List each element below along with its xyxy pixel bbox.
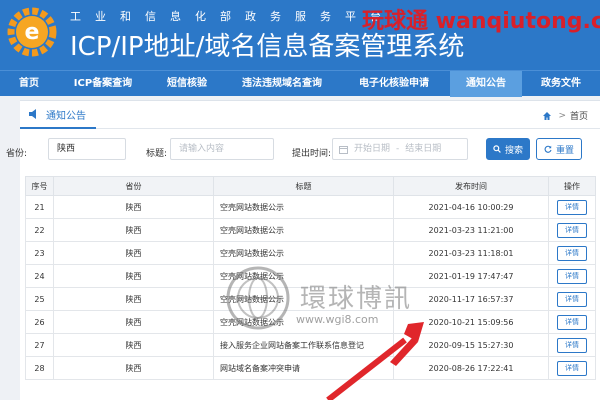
table-row: 21 陕西 空壳网站数据公示 2021-04-16 10:00:29 详情 [25,195,596,219]
cell-seq: 24 [25,264,54,288]
gear-e-logo-icon: e [7,7,57,57]
time-label: 提出时间: [292,149,332,159]
title-label: 标题: [146,149,168,159]
cell-time: 2021-04-16 10:00:29 [393,195,549,219]
cell-province: 陕西 [53,356,214,380]
detail-button[interactable]: 详情 [557,360,587,376]
tab-notices[interactable]: 通知公告 [20,101,96,129]
cell-action: 详情 [548,264,596,288]
cell-seq: 26 [25,310,54,334]
home-icon [543,111,552,120]
svg-text:e: e [25,20,40,45]
tab-label: 通知公告 [46,110,86,122]
breadcrumb-separator: > [558,110,566,121]
province-field[interactable]: 陕西 [48,138,126,160]
tab-bar: 通知公告 > 首页 [20,101,600,129]
end-date: 结束日期 [405,144,442,154]
col-header-title: 标题 [213,176,394,196]
breadcrumb-home[interactable]: 首页 [570,109,588,122]
nav-item-policy-docs[interactable]: 政务文件 [522,71,600,97]
cell-time: 2020-10-21 15:09:56 [393,310,549,334]
province-label: 省份: [6,149,28,159]
cell-title: 空壳网站数据公示 [213,195,394,219]
search-icon [493,145,501,153]
table-header-row: 序号 省份 标题 发布时间 操作 [25,176,596,196]
cell-province: 陕西 [53,264,214,288]
cell-action: 详情 [548,241,596,265]
speaker-icon [29,109,36,119]
cell-title: 空壳网站数据公示 [213,218,394,242]
cell-action: 详情 [548,356,596,380]
cell-province: 陕西 [53,310,214,334]
detail-button[interactable]: 详情 [557,314,587,330]
watermark-url: www.wgi8.com [296,313,379,326]
start-date: 开始日期 [354,144,391,154]
cell-action: 详情 [548,287,596,311]
watermark-text: 環球博訊 [300,284,413,314]
cell-action: 详情 [548,218,596,242]
cell-province: 陕西 [53,287,214,311]
cell-province: 陕西 [53,218,214,242]
main-nav: 首页 ICP备案查询 短信核验 违法违规域名查询 电子化核验申请 通知公告 政务… [0,70,600,97]
cell-province: 陕西 [53,241,214,265]
detail-button[interactable]: 详情 [557,337,587,353]
detail-button[interactable]: 详情 [557,199,587,215]
title-input[interactable]: 请输入内容 [170,138,274,160]
cell-title: 空壳网站数据公示 [213,241,394,265]
breadcrumb: > 首页 [542,109,588,122]
col-header-time: 发布时间 [393,176,549,196]
cell-seq: 22 [25,218,54,242]
col-header-action: 操作 [548,176,596,196]
table-row: 27 陕西 接入服务企业网站备案工作联系信息登记 2020-09-15 15:2… [25,333,596,357]
nav-item-notices[interactable]: 通知公告 [450,71,522,97]
date-range-picker[interactable]: 开始日期 - 结束日期 [332,138,468,160]
nav-item-illegal-domain[interactable]: 违法违规域名查询 [226,71,338,97]
nav-item-home[interactable]: 首页 [0,71,58,97]
cell-title: 接入服务企业网站备案工作联系信息登记 [213,333,394,357]
refresh-icon [544,145,552,153]
nav-item-sms-verify[interactable]: 短信核验 [148,71,226,97]
col-header-seq: 序号 [25,176,54,196]
cell-seq: 25 [25,287,54,311]
cell-time: 2021-01-19 17:47:47 [393,264,549,288]
table-row: 23 陕西 空壳网站数据公示 2021-03-23 11:18:01 详情 [25,241,596,265]
cell-province: 陕西 [53,333,214,357]
detail-button[interactable]: 详情 [557,268,587,284]
cell-action: 详情 [548,310,596,334]
gov-platform-line: 工业和信息化部政务服务平台 [70,10,395,23]
calendar-icon [339,145,348,154]
col-header-province: 省份 [53,176,214,196]
cell-action: 详情 [548,195,596,219]
detail-button[interactable]: 详情 [557,222,587,238]
nav-item-e-verify[interactable]: 电子化核验申请 [338,71,450,97]
detail-button[interactable]: 详情 [557,291,587,307]
detail-button[interactable]: 详情 [557,245,587,261]
cell-time: 2021-03-23 11:18:01 [393,241,549,265]
table-row: 28 陕西 网站域名备案冲突申请 2020-08-26 17:22:41 详情 [25,356,596,380]
table-row: 22 陕西 空壳网站数据公示 2021-03-23 11:21:00 详情 [25,218,596,242]
cell-title: 网站域名备案冲突申请 [213,356,394,380]
cell-seq: 23 [25,241,54,265]
search-button-label: 搜索 [504,145,523,156]
reset-button[interactable]: 重置 [536,138,582,160]
cell-seq: 28 [25,356,54,380]
cell-time: 2020-09-15 15:27:30 [393,333,549,357]
reset-button-label: 重置 [555,145,574,156]
range-separator: - [396,144,400,154]
cell-action: 详情 [548,333,596,357]
cell-seq: 27 [25,333,54,357]
cell-time: 2020-11-17 16:57:37 [393,287,549,311]
cell-time: 2020-08-26 17:22:41 [393,356,549,380]
nav-item-icp-query[interactable]: ICP备案查询 [58,71,148,97]
cell-province: 陕西 [53,195,214,219]
search-button[interactable]: 搜索 [486,138,530,160]
site-header: e 工业和信息化部政务服务平台 ICP/IP地址/域名信息备案管理系统 玩球通 … [0,0,600,70]
notice-panel: 通知公告 > 首页 省份: 陕西 标题: 请输入内容 提出时间: 开始日期 - … [6,100,600,400]
cell-seq: 21 [25,195,54,219]
corner-watermark: 玩球通 wanqiutong.com [362,9,600,34]
cell-time: 2021-03-23 11:21:00 [393,218,549,242]
